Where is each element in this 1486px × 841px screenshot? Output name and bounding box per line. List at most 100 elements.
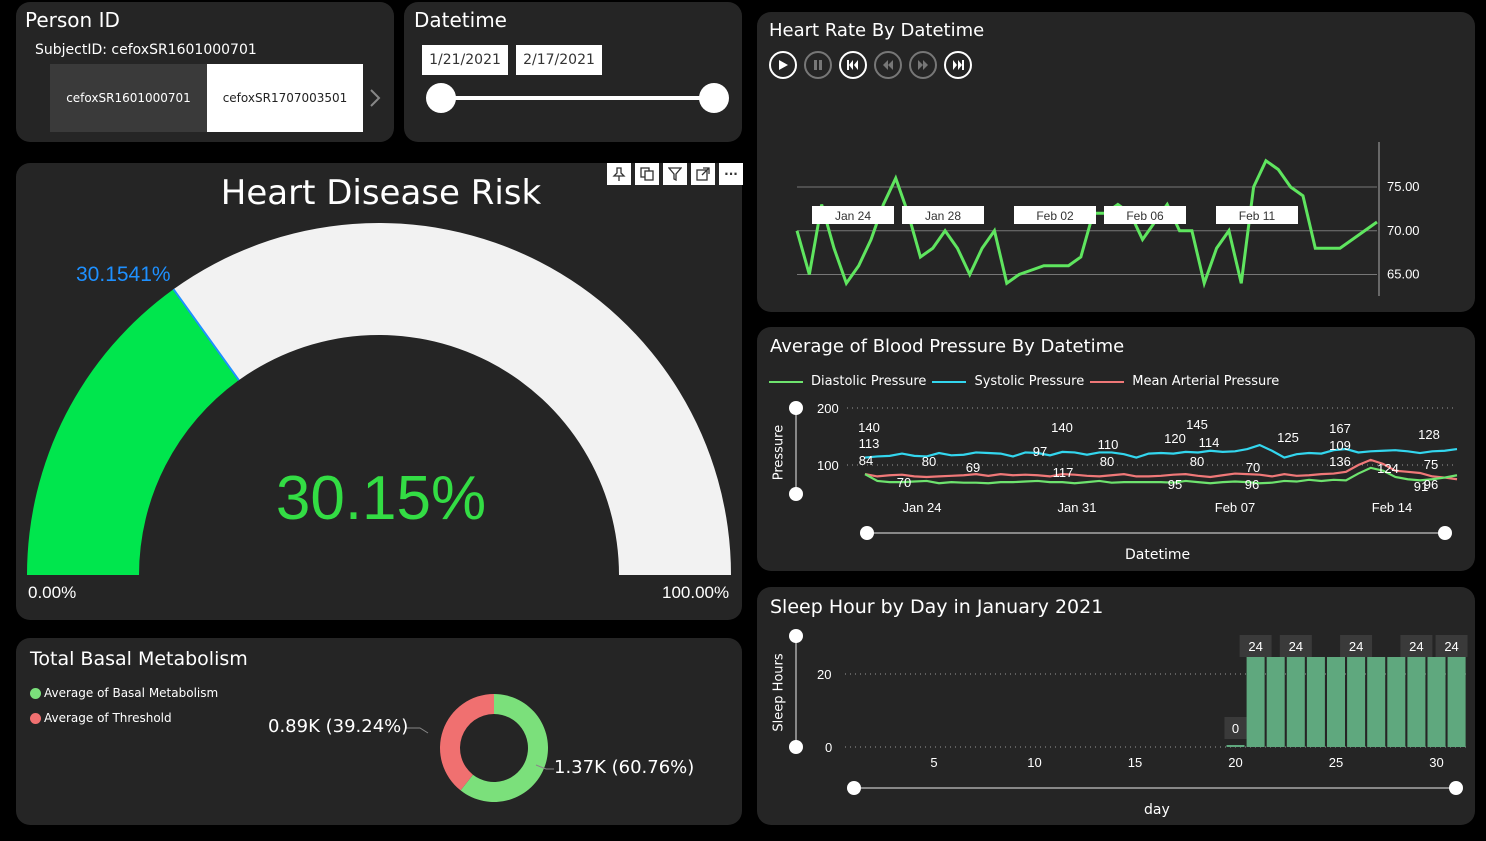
subject-option-2[interactable]: cefoxSR1707003501 [207, 64, 363, 132]
sleep-y-slider-track [795, 637, 797, 747]
sleep-card: Sleep Hour by Day in January 2021 Sleep … [757, 587, 1475, 825]
gauge-center-value: 30.15% [275, 464, 487, 533]
sleep-x-slider-end-handle[interactable] [1449, 781, 1463, 795]
bp-data-label: 70 [897, 475, 911, 490]
bp-data-label: 125 [1277, 430, 1299, 445]
date-range-start-handle[interactable] [426, 83, 456, 113]
bp-data-label: 136 [1329, 454, 1351, 469]
datetime-title: Datetime [414, 8, 507, 32]
gauge-min-label: 0.00% [28, 583, 77, 602]
person-id-card: Person ID SubjectID: cefoxSR1601000701 c… [16, 2, 394, 142]
sleep-bar-label: 24 [1349, 639, 1363, 654]
date-range-track [440, 96, 715, 100]
sleep-chart: 20 0 5 10 15 20 25 30 0 24 24 24 24 24 [817, 635, 1468, 770]
hr-y-tick: 75.00 [1387, 179, 1420, 194]
sleep-x-tick: 10 [1027, 755, 1041, 770]
sleep-y-tick: 0 [825, 740, 832, 755]
sleep-x-tick: 30 [1429, 755, 1443, 770]
sleep-bar [1226, 745, 1245, 747]
bp-x-slider-end-handle[interactable] [1438, 526, 1452, 540]
bp-y-tick: 200 [817, 401, 839, 416]
sleep-y-tick: 20 [817, 667, 831, 682]
bp-data-label: 97 [1033, 444, 1047, 459]
gauge-svg [27, 223, 731, 575]
hr-x-label: Feb 06 [1126, 209, 1164, 223]
donut-label-basal: 1.37K (60.76%) [554, 757, 695, 778]
sleep-bar-label: 24 [1248, 639, 1262, 654]
bp-data-label: 96 [1424, 477, 1438, 492]
hr-x-label: Feb 11 [1239, 209, 1276, 223]
sleep-x-tick: 15 [1128, 755, 1142, 770]
bp-y-tick: 100 [817, 458, 839, 473]
bp-data-label: 80 [1190, 454, 1204, 469]
sleep-bar [1347, 657, 1366, 747]
subject-option-1-label: cefoxSR1601000701 [66, 91, 191, 105]
bp-x-label: Feb 14 [1372, 500, 1412, 515]
datetime-filter-card: Datetime 1/21/2021 2/17/2021 [404, 2, 742, 142]
bp-data-label: 113 [859, 436, 880, 451]
subject-label: SubjectID: cefoxSR1601000701 [35, 42, 257, 58]
bp-x-label: Jan 31 [1057, 500, 1096, 515]
bp-data-label: 69 [966, 460, 980, 475]
gauge-value-label: 30.1541% [76, 263, 171, 286]
bp-y-slider-track [795, 407, 797, 493]
sleep-bar [1306, 657, 1325, 747]
sleep-bar-label: 24 [1289, 639, 1303, 654]
subject-option-2-label: cefoxSR1707003501 [222, 91, 348, 105]
sleep-x-tick: 5 [930, 755, 937, 770]
bp-data-label: 110 [1098, 437, 1119, 452]
start-date-input[interactable]: 1/21/2021 [422, 45, 508, 75]
sleep-x-slider-start-handle[interactable] [847, 781, 861, 795]
sleep-bar [1246, 657, 1265, 747]
bp-x-slider-start-handle[interactable] [860, 526, 874, 540]
sleep-bar [1266, 657, 1285, 747]
sleep-x-tick: 20 [1228, 755, 1242, 770]
bp-data-label: 114 [1199, 435, 1220, 450]
sleep-y-slider-bottom-handle[interactable] [789, 740, 803, 754]
heart-risk-card: Heart Disease Risk ··· 30.1541% 30.15% 0… [16, 163, 743, 620]
sleep-bar-label: 24 [1444, 639, 1458, 654]
heart-rate-card: Heart Rate By Datetime 75.00 70.00 65.00 Ja… [757, 12, 1475, 312]
donut-leader-threshold [406, 727, 429, 734]
bp-data-label: 117 [1053, 465, 1074, 480]
hr-x-label: Jan 24 [835, 209, 871, 223]
heart-rate-chart: 75.00 70.00 65.00 Jan 24 Jan 28 Feb 02 Feb 06 F… [795, 142, 1420, 296]
bp-y-slider-top-handle[interactable] [789, 401, 803, 415]
sleep-bar [1367, 657, 1386, 747]
bp-data-label: 84 [859, 453, 873, 468]
blood-pressure-card: Average of Blood Pressure By Datetime Di… [757, 327, 1475, 571]
bp-data-label: 124 [1377, 461, 1399, 476]
sleep-bar-label: 0 [1232, 721, 1239, 736]
bp-series-line [864, 443, 1458, 459]
bp-data-label: 96 [1245, 477, 1259, 492]
bp-data-label: 75 [1424, 457, 1438, 472]
sleep-bar [1407, 657, 1426, 747]
person-id-title: Person ID [25, 8, 120, 32]
subject-option-1[interactable]: cefoxSR1601000701 [50, 64, 207, 132]
bp-data-label: 128 [1418, 427, 1440, 442]
end-date-input[interactable]: 2/17/2021 [516, 45, 602, 75]
bp-data-label: 80 [1100, 454, 1114, 469]
bp-data-label: 70 [1246, 460, 1260, 475]
bp-y-slider-bottom-handle[interactable] [789, 487, 803, 501]
bp-x-label: Feb 07 [1215, 500, 1255, 515]
sleep-x-slider-track [854, 787, 1456, 789]
bp-x-slider-track [867, 532, 1445, 534]
sleep-bar [1447, 657, 1466, 747]
bp-data-label: 167 [1329, 421, 1351, 436]
hr-x-label: Feb 02 [1036, 209, 1074, 223]
date-range-end-handle[interactable] [699, 83, 729, 113]
donut-slice-threshold [440, 694, 494, 791]
bp-data-label: 140 [858, 420, 880, 435]
basal-metabolism-card: Total Basal Metabolism Average of Basal … [16, 638, 742, 825]
sleep-y-slider-top-handle[interactable] [789, 629, 803, 643]
hr-x-label: Jan 28 [925, 209, 961, 223]
bp-x-label: Jan 24 [902, 500, 941, 515]
bp-data-label: 80 [922, 454, 936, 469]
hr-y-tick: 70.00 [1387, 223, 1420, 238]
bp-data-label: 140 [1051, 420, 1073, 435]
gauge-max-label: 100.00% [662, 583, 730, 602]
sleep-bar-label: 24 [1409, 639, 1423, 654]
sleep-bar [1286, 657, 1305, 747]
chevron-right-icon[interactable] [368, 86, 382, 110]
